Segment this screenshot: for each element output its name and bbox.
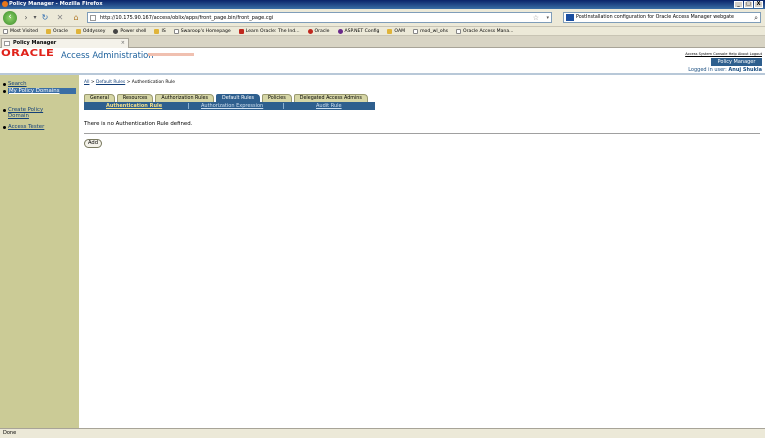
search-text: PostInstallation configuration for Oracl… xyxy=(576,15,734,20)
bookmarks-toolbar: Most Visited Oracle Oddyssey Power shell… xyxy=(0,27,765,36)
power-shell-icon xyxy=(113,28,119,34)
url-text: http://10.175.90.167/access/oblix/apps/f… xyxy=(100,15,274,21)
history-dropdown-icon[interactable]: ▾ xyxy=(30,13,40,23)
policy-manager-badge[interactable]: Policy Manager xyxy=(711,58,762,66)
window-title: Policy Manager - Mozilla Firefox xyxy=(9,1,103,7)
add-button[interactable]: Add xyxy=(84,139,102,148)
oracle-icon xyxy=(238,28,244,34)
bookmark-star-icon[interactable]: ☆ xyxy=(533,13,539,23)
browser-tab-strip: Policy Manager × xyxy=(0,36,765,48)
stop-icon[interactable]: ✕ xyxy=(55,13,65,23)
page-favicon-icon xyxy=(4,41,10,46)
bookmark-icon xyxy=(173,28,179,34)
bookmark-item[interactable]: Most Visited xyxy=(3,28,38,34)
search-box[interactable]: PostInstallation configuration for Oracl… xyxy=(563,12,761,23)
minimize-button[interactable]: _ xyxy=(734,1,743,8)
firefox-icon xyxy=(2,1,8,7)
policy-tabs: General Resources Authorization Rules De… xyxy=(84,94,370,102)
browser-tab-label: Policy Manager xyxy=(13,40,57,46)
close-tab-icon[interactable]: × xyxy=(121,39,125,48)
url-bar[interactable]: http://10.175.90.167/access/oblix/apps/f… xyxy=(87,12,552,23)
sidebar-item-create-policy-domain[interactable]: Create Policy Domain xyxy=(3,107,60,119)
reload-icon[interactable]: ↻ xyxy=(40,13,50,23)
tab-default-rules[interactable]: Default Rules xyxy=(216,94,261,102)
bookmark-item[interactable]: Oracle xyxy=(307,28,330,34)
home-icon[interactable]: ⌂ xyxy=(71,13,81,23)
subtab-divider xyxy=(283,103,284,109)
sidebar-item-my-policy-domains[interactable]: My Policy Domains xyxy=(3,88,76,94)
subtab-divider xyxy=(188,103,189,109)
maximize-button[interactable]: □ xyxy=(744,1,753,8)
back-button[interactable]: ‹ xyxy=(3,11,17,25)
breadcrumb-current: Authentication Rule xyxy=(131,80,175,85)
breadcrumb: All > Default Rules > Authentication Rul… xyxy=(84,80,175,85)
asp-icon xyxy=(337,28,343,34)
url-dropdown-icon[interactable]: ▾ xyxy=(546,13,549,23)
navigation-toolbar: ‹ › ▾ ↻ ✕ ⌂ http://10.175.90.167/access/… xyxy=(0,9,765,27)
header-links[interactable]: Access System Console Help About Logout xyxy=(685,52,762,56)
browser-tab[interactable]: Policy Manager × xyxy=(1,38,129,48)
search-icon[interactable]: ⌕ xyxy=(754,13,758,22)
folder-icon xyxy=(75,28,81,34)
close-button[interactable]: X xyxy=(754,1,763,8)
content-divider xyxy=(84,133,760,134)
tab-delegated-access-admins[interactable]: Delegated Access Admins xyxy=(293,94,368,102)
decorative-bar xyxy=(148,53,194,56)
status-text: Done xyxy=(3,430,17,436)
sidebar: Search My Policy Domains Create Policy D… xyxy=(0,75,79,428)
window-title-bar: Policy Manager - Mozilla Firefox _ □ X xyxy=(0,0,765,9)
folder-icon xyxy=(45,28,51,34)
folder-icon xyxy=(154,28,160,34)
folder-icon xyxy=(387,28,393,34)
app-title: Access Administration xyxy=(61,50,154,60)
bookmark-item[interactable]: Oracle xyxy=(45,28,68,34)
oracle-logo: ORACLE xyxy=(1,48,55,59)
tab-policies[interactable]: Policies xyxy=(262,94,292,102)
bookmark-item[interactable]: Oddyssey xyxy=(75,28,105,34)
bookmark-item[interactable]: Power shell xyxy=(113,28,146,34)
oracle-icon xyxy=(307,28,313,34)
breadcrumb-default-rules[interactable]: Default Rules xyxy=(96,80,125,85)
page-favicon-icon xyxy=(90,15,96,21)
bookmark-item[interactable]: mod_wl_ohs xyxy=(413,28,448,34)
bookmark-item[interactable]: OAM xyxy=(387,28,405,34)
window-controls: _ □ X xyxy=(734,1,763,8)
sidebar-item-access-tester[interactable]: Access Tester xyxy=(2,124,44,130)
bookmark-item[interactable]: Oracle Access Mana... xyxy=(456,28,514,34)
status-bar: Done xyxy=(0,428,765,438)
bookmark-item[interactable]: Swaroop's Homepage xyxy=(173,28,231,34)
bookmark-item[interactable]: Learn Oracle: The Ind... xyxy=(238,28,300,34)
bookmark-item[interactable]: ASP.NET Config xyxy=(337,28,379,34)
bookmark-item[interactable]: IS xyxy=(154,28,166,34)
subtab-audit-rule[interactable]: Audit Rule xyxy=(316,102,342,110)
search-engine-icon[interactable] xyxy=(566,14,574,21)
breadcrumb-root[interactable]: All xyxy=(84,80,89,85)
no-rule-message: There is no Authentication Rule defined. xyxy=(84,121,193,127)
bookmark-icon xyxy=(3,28,8,34)
subtab-authentication-rule[interactable]: Authentication Rule xyxy=(106,102,162,110)
tab-resources[interactable]: Resources xyxy=(116,94,154,102)
subtab-authorization-expression[interactable]: Authorization Expression xyxy=(201,102,263,110)
tab-general[interactable]: General xyxy=(84,94,115,102)
header-divider xyxy=(0,73,765,75)
bookmark-icon xyxy=(456,28,462,34)
bookmark-icon xyxy=(413,28,419,34)
tab-authorization-rules[interactable]: Authorization Rules xyxy=(155,94,215,102)
sidebar-item-search[interactable]: Search xyxy=(3,81,27,87)
